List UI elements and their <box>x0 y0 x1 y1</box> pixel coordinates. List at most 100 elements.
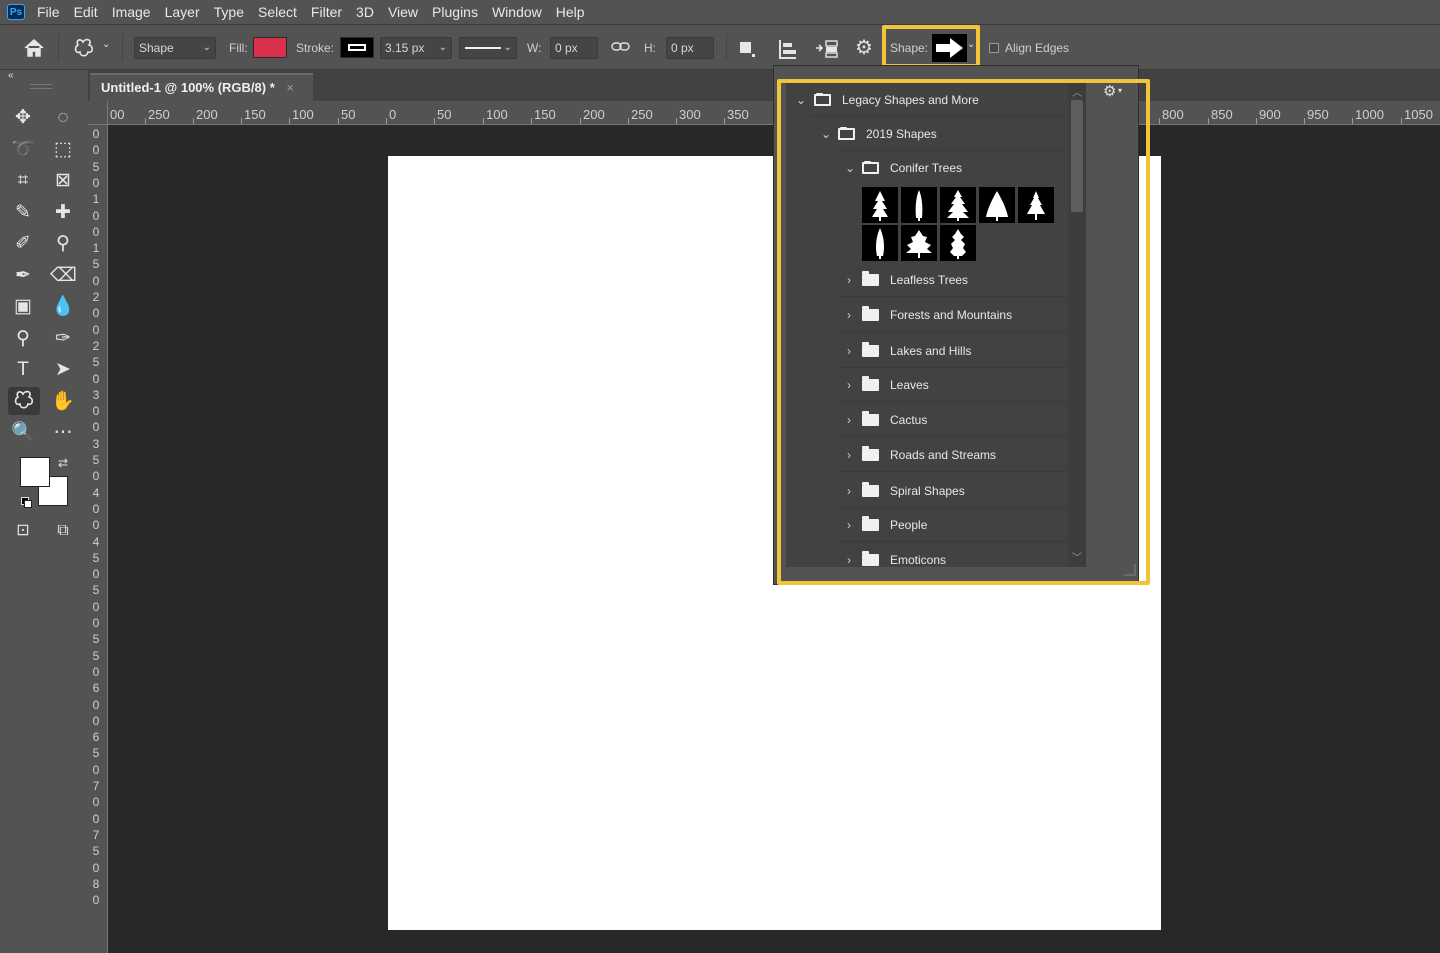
fill-label: Fill: <box>229 41 248 55</box>
align-edges-checkbox[interactable] <box>989 43 999 53</box>
shape-preview-button[interactable] <box>932 34 967 62</box>
eyedropper-tool-icon[interactable]: ✎ <box>10 200 36 226</box>
healing-brush-tool-icon[interactable]: ✚ <box>50 200 76 226</box>
ruler-label: 100 <box>486 107 508 122</box>
stroke-color-swatch[interactable] <box>340 37 374 58</box>
path-operations-icon[interactable] <box>737 38 759 60</box>
menu-file[interactable]: File <box>37 4 60 20</box>
width-field[interactable]: 0 px <box>550 37 598 59</box>
default-colors-icon[interactable] <box>21 497 32 508</box>
more-tools-icon[interactable]: ⋯ <box>50 420 76 446</box>
menu-plugins[interactable]: Plugins <box>432 4 478 20</box>
path-alignment-icon[interactable] <box>776 38 798 60</box>
ruler-tick <box>338 118 339 124</box>
custom-shape-tool-icon[interactable] <box>72 37 96 59</box>
stroke-type-select[interactable]: ⌄ <box>459 37 517 59</box>
history-brush-tool-icon[interactable]: ✒ <box>10 263 36 289</box>
elliptical-marquee-tool-icon[interactable]: ◌ <box>50 105 76 131</box>
ruler-tick <box>1159 118 1160 124</box>
menu-window[interactable]: Window <box>492 4 542 20</box>
menu-type[interactable]: Type <box>214 4 244 20</box>
ruler-label: 0 <box>92 616 100 630</box>
quick-mask-icon[interactable]: ⊡ <box>10 518 36 544</box>
chevron-down-icon: ⌄ <box>202 42 211 53</box>
shape-chevron-down-icon[interactable]: ⌄ <box>967 39 975 50</box>
ruler-label: 50 <box>341 107 356 122</box>
stroke-width-field[interactable]: 3.15 px ⌄ <box>380 37 452 59</box>
ruler-tick <box>483 118 484 124</box>
mode-select-value: Shape <box>139 41 174 55</box>
ruler-label: 300 <box>679 107 701 122</box>
ruler-label: 900 <box>1259 107 1281 122</box>
menu-layer[interactable]: Layer <box>165 4 200 20</box>
fill-color-swatch[interactable] <box>253 37 287 58</box>
ruler-label: 5 <box>92 632 100 647</box>
path-arrangement-icon[interactable] <box>814 37 840 59</box>
ruler-label: 5 <box>92 257 100 272</box>
ruler-origin[interactable] <box>88 101 108 125</box>
type-tool-icon[interactable]: T <box>10 357 36 383</box>
ruler-label: 200 <box>196 107 218 122</box>
home-icon[interactable] <box>22 37 46 59</box>
foreground-color-swatch[interactable] <box>20 457 50 487</box>
lasso-tool-icon[interactable]: ➰ <box>10 137 36 163</box>
ruler-tick <box>1256 118 1257 124</box>
link-icon[interactable] <box>611 41 631 53</box>
custom-shape-tool-active[interactable] <box>8 387 40 415</box>
ruler-label: 5 <box>92 550 100 565</box>
swap-colors-icon[interactable]: ⇄ <box>58 456 68 470</box>
stroke-width-value: 3.15 px <box>385 41 425 55</box>
ruler-tick <box>628 118 629 124</box>
move-tool-icon[interactable]: ✥ <box>10 105 36 131</box>
ruler-label: 0 <box>92 599 100 614</box>
height-field[interactable]: 0 px <box>666 37 714 59</box>
ruler-tick <box>193 118 194 124</box>
ruler-label: 3 <box>92 436 100 451</box>
tool-preset-chevron-down-icon[interactable]: ⌄ <box>102 39 110 50</box>
panel-grip[interactable] <box>30 84 52 89</box>
collapse-panel-icon[interactable]: « <box>8 70 14 81</box>
path-selection-tool-icon[interactable]: ➤ <box>50 357 76 383</box>
chevron-down-icon: ⌄ <box>503 42 512 53</box>
mode-select[interactable]: Shape ⌄ <box>134 37 216 59</box>
frame-tool-icon[interactable]: ⊠ <box>50 168 76 194</box>
dodge-tool-icon[interactable]: ⚲ <box>10 326 36 352</box>
clone-stamp-tool-icon[interactable]: ⚲ <box>50 231 76 257</box>
separator <box>58 34 59 60</box>
ruler-label: 7 <box>92 827 100 842</box>
ruler-label: 0 <box>92 567 100 582</box>
ruler-label: 200 <box>583 107 605 122</box>
ruler-label: 5 <box>92 355 100 370</box>
ruler-label: 0 <box>92 273 100 288</box>
menu-edit[interactable]: Edit <box>74 4 98 20</box>
screen-mode-icon[interactable]: ⧉ <box>50 518 76 544</box>
ruler-label: 0 <box>92 420 100 435</box>
object-selection-tool-icon[interactable]: ⬚ <box>50 137 76 163</box>
ruler-tick <box>1208 118 1209 124</box>
eraser-tool-icon[interactable]: ⌫ <box>50 263 77 289</box>
width-label: W: <box>527 41 542 55</box>
gear-icon[interactable]: ⚙ <box>855 35 873 60</box>
gradient-tool-icon[interactable]: ▣ <box>10 294 36 320</box>
pen-tool-icon[interactable]: ✑ <box>50 326 76 352</box>
ruler-tick <box>1304 118 1305 124</box>
menu-help[interactable]: Help <box>556 4 585 20</box>
menu-view[interactable]: View <box>388 4 418 20</box>
hand-tool-icon[interactable]: ✋ <box>50 389 76 415</box>
zoom-tool-icon[interactable]: 🔍 <box>10 420 36 446</box>
menu-image[interactable]: Image <box>112 4 151 20</box>
document-tab[interactable]: Untitled-1 @ 100% (RGB/8) * × <box>90 73 313 101</box>
ruler-label: 4 <box>92 534 100 549</box>
close-tab-icon[interactable]: × <box>286 80 294 95</box>
menu-select[interactable]: Select <box>258 4 297 20</box>
vertical-ruler[interactable]: 0050100150200250300350400450500550600650… <box>88 125 108 953</box>
menu-3d[interactable]: 3D <box>356 4 374 20</box>
brush-tool-icon[interactable]: ✐ <box>10 231 36 257</box>
ruler-label: 6 <box>92 730 100 745</box>
ruler-label: 5 <box>92 159 100 174</box>
ruler-label: 3 <box>92 387 100 402</box>
blur-tool-icon[interactable]: 💧 <box>50 294 76 320</box>
crop-tool-icon[interactable]: ⌗ <box>10 168 36 194</box>
menu-filter[interactable]: Filter <box>311 4 342 20</box>
ruler-label: 0 <box>92 893 100 908</box>
